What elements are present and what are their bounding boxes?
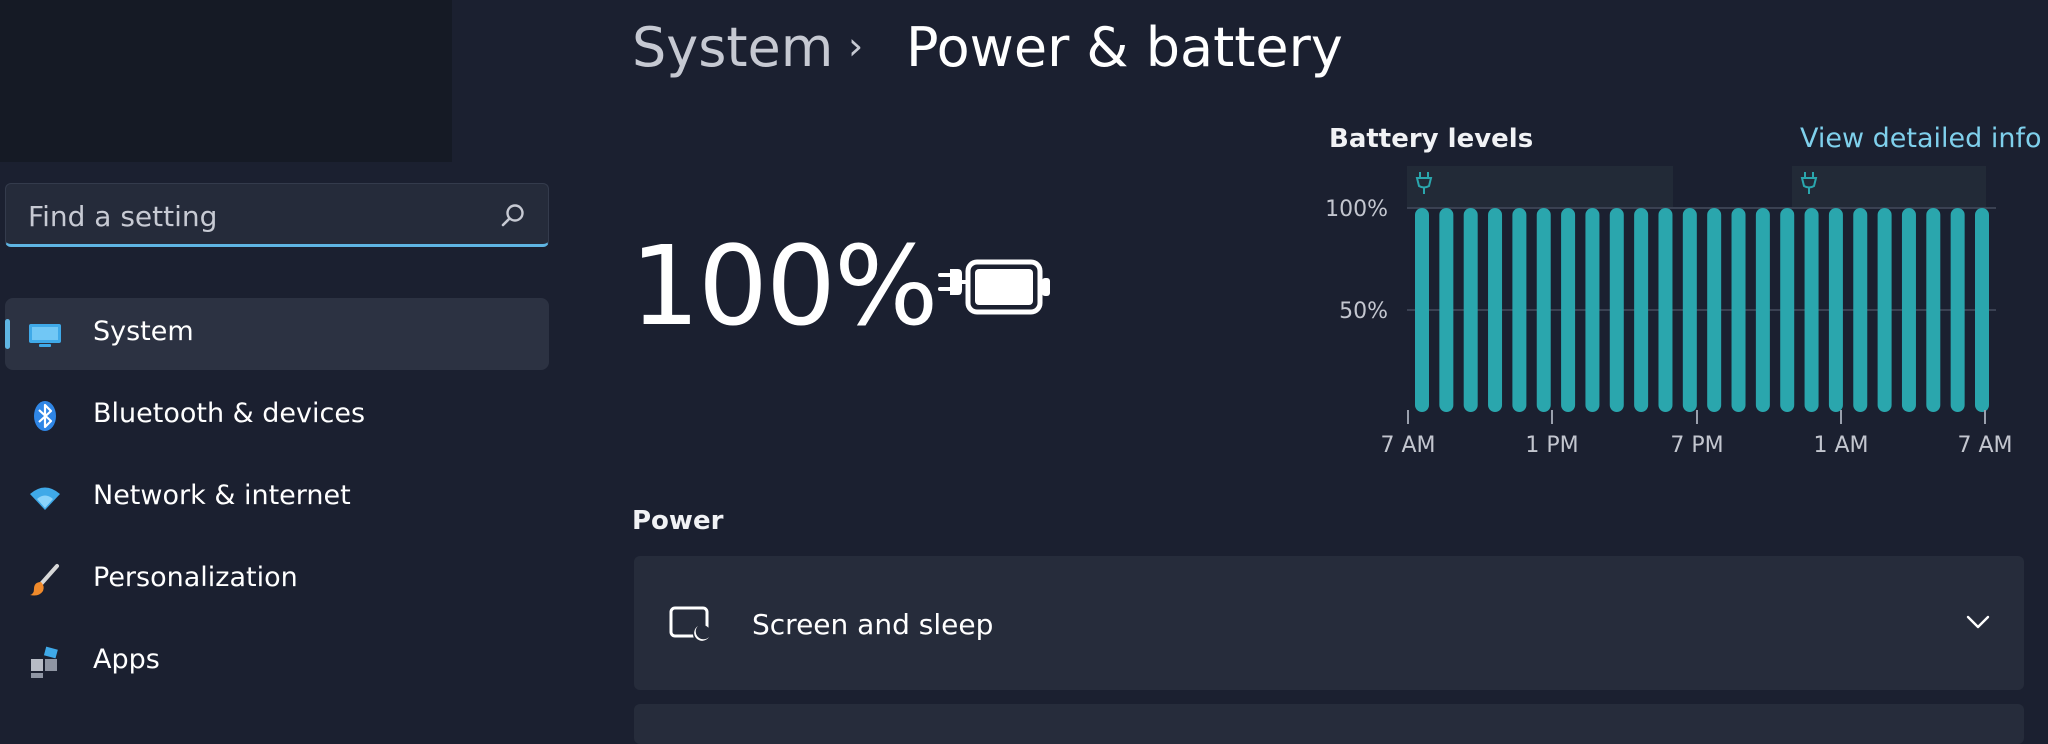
x-tick-label: 7 AM <box>1957 433 2012 458</box>
battery-bar <box>1536 208 1551 412</box>
x-tick-label: 7 AM <box>1380 433 1435 458</box>
screen-sleep-icon <box>669 606 711 643</box>
battery-bar <box>1488 208 1503 412</box>
battery-bar <box>1780 208 1795 412</box>
screen-and-sleep-label: Screen and sleep <box>752 608 994 641</box>
battery-bar <box>1707 208 1722 412</box>
battery-bar <box>1975 208 1989 412</box>
battery-bar <box>1950 208 1965 412</box>
x-tick-label: 1 AM <box>1813 433 1868 458</box>
chevron-down-icon[interactable] <box>1966 614 1990 630</box>
battery-bar <box>1439 208 1454 412</box>
battery-bar <box>1585 208 1600 412</box>
battery-bar <box>1901 208 1916 412</box>
screen-and-sleep-card[interactable]: Screen and sleep <box>634 556 2024 690</box>
y-tick-label: 100% <box>1325 197 1388 222</box>
battery-bar <box>1755 208 1770 412</box>
battery-bar <box>1731 208 1746 412</box>
battery-bar <box>1634 208 1649 412</box>
battery-bar <box>1658 208 1673 412</box>
power-mode-card[interactable] <box>634 704 2024 744</box>
charging-band <box>1792 166 1986 208</box>
x-tick-label: 1 PM <box>1525 433 1578 458</box>
battery-bar <box>1804 208 1819 412</box>
battery-bar <box>1828 208 1843 412</box>
y-tick-label: 50% <box>1339 299 1388 324</box>
battery-bar <box>1561 208 1576 412</box>
battery-bar <box>1463 208 1478 412</box>
battery-bar <box>1682 208 1697 412</box>
battery-bar <box>1415 208 1429 412</box>
x-tick-label: 7 PM <box>1670 433 1723 458</box>
battery-bar <box>1512 208 1527 412</box>
charging-band <box>1407 166 1673 208</box>
battery-bar <box>1926 208 1941 412</box>
battery-bar <box>1877 208 1892 412</box>
power-section-title: Power <box>632 506 724 536</box>
battery-bar <box>1853 208 1868 412</box>
battery-bar <box>1609 208 1624 412</box>
